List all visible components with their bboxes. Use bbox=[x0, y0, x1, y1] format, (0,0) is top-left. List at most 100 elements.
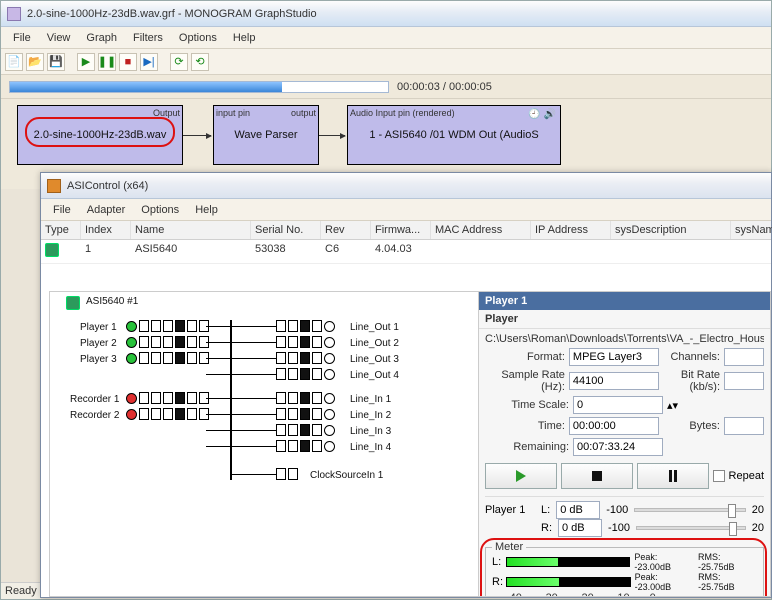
inner-titlebar[interactable]: ASIControl (x64) bbox=[41, 173, 771, 199]
routing-graph[interactable]: ASI5640 #1 Player 1 Player 2 Player 3 Re… bbox=[49, 291, 479, 597]
gain-r-field[interactable] bbox=[558, 519, 602, 537]
status-bar: Ready bbox=[1, 582, 41, 599]
row-player1[interactable] bbox=[126, 320, 209, 332]
open-button[interactable]: 📂 bbox=[26, 53, 44, 71]
channels-field[interactable] bbox=[724, 348, 764, 366]
row-lo2[interactable] bbox=[276, 336, 335, 348]
row-lo4[interactable] bbox=[276, 368, 335, 380]
lbl-player2: Player 2 bbox=[80, 338, 117, 349]
menu-file[interactable]: File bbox=[7, 30, 37, 46]
lbl-sr: Sample Rate (Hz): bbox=[485, 369, 565, 393]
row-clock[interactable] bbox=[276, 468, 298, 480]
player-panel: Player 1 Player C:\Users\Roman\Downloads… bbox=[479, 291, 771, 597]
timescale-stepper[interactable]: ▴▾ bbox=[667, 399, 678, 412]
play-button[interactable]: ▶ bbox=[77, 53, 95, 71]
step-button[interactable]: ▶| bbox=[140, 53, 158, 71]
timescale-field[interactable] bbox=[573, 396, 663, 414]
col-fw[interactable]: Firmwa... bbox=[371, 221, 431, 239]
col-serial[interactable]: Serial No. bbox=[251, 221, 321, 239]
gain-r-slider[interactable] bbox=[636, 526, 746, 530]
bitrate-field[interactable] bbox=[724, 372, 764, 390]
gain-r-max: 20 bbox=[752, 522, 764, 534]
gain-player-label: Player 1 bbox=[485, 504, 535, 516]
player-file: C:\Users\Roman\Downloads\Torrents\VA_-_E… bbox=[485, 333, 764, 345]
cell-name: ASI5640 bbox=[131, 240, 251, 263]
stop-button[interactable]: ■ bbox=[119, 53, 137, 71]
meter-peak-l: Peak: -23.00dB bbox=[634, 552, 694, 572]
outer-titlebar[interactable]: 2.0-sine-1000Hz-23dB.wav.grf - MONOGRAM … bbox=[1, 1, 771, 27]
row-li1[interactable] bbox=[276, 392, 335, 404]
format-field[interactable] bbox=[569, 348, 659, 366]
gain-l-max: 20 bbox=[752, 504, 764, 516]
pause-button[interactable]: ❚❚ bbox=[98, 53, 116, 71]
node-source[interactable]: 2.0-sine-1000Hz-23dB.wav Output bbox=[17, 105, 183, 165]
node-parser-label: Wave Parser bbox=[230, 129, 301, 141]
clock-icon: 🕘 🔊 bbox=[528, 109, 556, 120]
row-lo1[interactable] bbox=[276, 320, 335, 332]
imenu-help[interactable]: Help bbox=[189, 202, 224, 218]
gain-l-slider[interactable] bbox=[634, 508, 746, 512]
col-name[interactable]: Name bbox=[131, 221, 251, 239]
menu-filters[interactable]: Filters bbox=[127, 30, 169, 46]
menu-help[interactable]: Help bbox=[227, 30, 262, 46]
row-li4[interactable] bbox=[276, 440, 335, 452]
row-rec2[interactable] bbox=[126, 408, 209, 420]
player-pause-button[interactable] bbox=[637, 463, 709, 489]
refresh2-button[interactable]: ⟲ bbox=[191, 53, 209, 71]
col-sysname[interactable]: sysNam bbox=[731, 221, 772, 239]
imenu-adapter[interactable]: Adapter bbox=[81, 202, 132, 218]
remaining-field[interactable] bbox=[573, 438, 663, 456]
row-player3[interactable] bbox=[126, 352, 209, 364]
cell-fw: 4.04.03 bbox=[371, 240, 431, 263]
node-source-label: 2.0-sine-1000Hz-23dB.wav bbox=[30, 129, 171, 141]
samplerate-field[interactable] bbox=[569, 372, 659, 390]
imenu-file[interactable]: File bbox=[47, 202, 77, 218]
lbl-player3: Player 3 bbox=[80, 354, 117, 365]
gain-l-field[interactable] bbox=[556, 501, 600, 519]
row-lo3[interactable] bbox=[276, 352, 335, 364]
node-renderer-label: 1 - ASI5640 /01 WDM Out (AudioS bbox=[365, 129, 542, 141]
node-parser[interactable]: input pin output Wave Parser bbox=[213, 105, 319, 165]
col-index[interactable]: Index bbox=[81, 221, 131, 239]
outer-title: 2.0-sine-1000Hz-23dB.wav.grf - MONOGRAM … bbox=[27, 8, 317, 20]
device-icon bbox=[66, 296, 80, 310]
progress-row: 00:00:03 / 00:00:05 bbox=[1, 75, 771, 99]
lbl-repeat: Repeat bbox=[729, 470, 764, 482]
menu-graph[interactable]: Graph bbox=[80, 30, 123, 46]
player-stop-button[interactable] bbox=[561, 463, 633, 489]
save-button[interactable]: 💾 bbox=[47, 53, 65, 71]
lbl-li2: Line_In 2 bbox=[350, 410, 391, 421]
row-rec1[interactable] bbox=[126, 392, 209, 404]
time-field[interactable] bbox=[569, 417, 659, 435]
lbl-ts: Time Scale: bbox=[485, 399, 569, 411]
col-ip[interactable]: IP Address bbox=[531, 221, 611, 239]
repeat-checkbox[interactable] bbox=[713, 470, 725, 482]
lbl-format: Format: bbox=[485, 351, 565, 363]
col-rev[interactable]: Rev bbox=[321, 221, 371, 239]
seek-bar[interactable] bbox=[9, 81, 389, 93]
gain-r-min: -100 bbox=[608, 522, 630, 534]
lbl-bytes: Bytes: bbox=[663, 420, 720, 432]
col-type[interactable]: Type bbox=[41, 221, 81, 239]
node-renderer[interactable]: Audio Input pin (rendered) 1 - ASI5640 /… bbox=[347, 105, 561, 165]
lbl-player1: Player 1 bbox=[80, 322, 117, 333]
asicontrol-window: ASIControl (x64) File Adapter Options He… bbox=[40, 172, 772, 598]
col-sysdesc[interactable]: sysDescription bbox=[611, 221, 731, 239]
imenu-options[interactable]: Options bbox=[135, 202, 185, 218]
row-player2[interactable] bbox=[126, 336, 209, 348]
device-row[interactable]: 1 ASI5640 53038 C6 4.04.03 bbox=[41, 240, 771, 264]
app-icon bbox=[7, 7, 21, 21]
lbl-li4: Line_In 4 bbox=[350, 442, 391, 453]
row-li3[interactable] bbox=[276, 424, 335, 436]
menu-view[interactable]: View bbox=[41, 30, 77, 46]
refresh-button[interactable]: ⟳ bbox=[170, 53, 188, 71]
arrow-2 bbox=[319, 135, 345, 136]
bytes-field[interactable] bbox=[724, 417, 764, 435]
stop-icon bbox=[592, 471, 602, 481]
new-button[interactable]: 📄 bbox=[5, 53, 23, 71]
col-mac[interactable]: MAC Address bbox=[431, 221, 531, 239]
inner-menu: File Adapter Options Help bbox=[41, 199, 771, 221]
player-play-button[interactable] bbox=[485, 463, 557, 489]
menu-options[interactable]: Options bbox=[173, 30, 223, 46]
row-li2[interactable] bbox=[276, 408, 335, 420]
